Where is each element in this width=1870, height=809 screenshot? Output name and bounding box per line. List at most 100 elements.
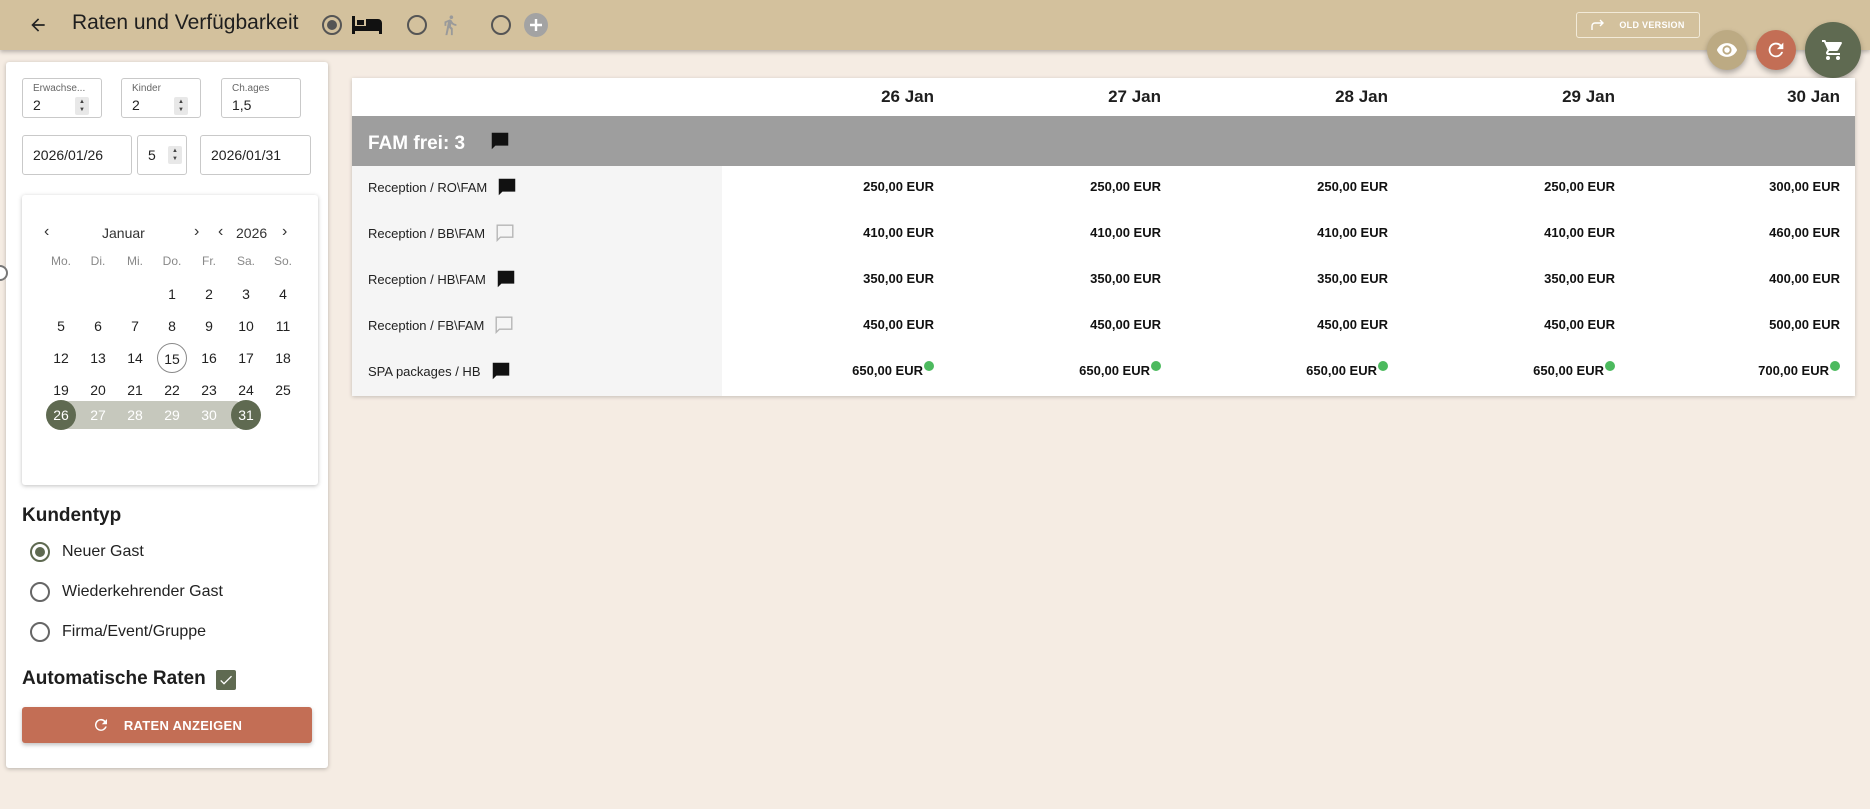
mode-rooms[interactable] [322, 12, 384, 38]
mode-activities-radio[interactable] [407, 15, 427, 35]
mode-extras[interactable] [491, 12, 549, 38]
adults-field[interactable]: Erwachse... 2 ▲ ▼ [22, 78, 102, 118]
calendar-day[interactable]: 9 [194, 311, 224, 341]
calendar-day[interactable]: 16 [194, 343, 224, 373]
calendar-day[interactable]: 29 [157, 400, 187, 430]
rate-price-cell[interactable]: 460,00 EUR [1680, 225, 1840, 240]
comment-filled-icon[interactable] [494, 268, 518, 290]
refresh-button[interactable] [1756, 30, 1796, 70]
auto-rates-checkbox[interactable] [216, 670, 236, 690]
rate-price-cell[interactable]: 650,00 EUR [1001, 361, 1161, 378]
rate-price-cell[interactable]: 650,00 EUR [1455, 361, 1615, 378]
calendar-day[interactable]: 18 [268, 343, 298, 373]
customer-type-option[interactable]: Neuer Gast [30, 542, 144, 562]
rate-price: 350,00 EUR [863, 271, 934, 286]
next-year-button[interactable]: › [282, 223, 287, 241]
comment-filled-icon[interactable] [489, 360, 513, 382]
rate-price-cell[interactable]: 250,00 EUR [1455, 179, 1615, 194]
mode-extras-radio[interactable] [491, 15, 511, 35]
rate-price-cell[interactable]: 410,00 EUR [1455, 225, 1615, 240]
rate-price-cell[interactable]: 350,00 EUR [1228, 271, 1388, 286]
calendar-day[interactable]: 28 [120, 400, 150, 430]
rate-price-cell[interactable]: 350,00 EUR [1455, 271, 1615, 286]
child-ages-field[interactable]: Ch.ages 1,5 [221, 78, 301, 118]
rate-price: 650,00 EUR [1306, 363, 1377, 378]
adults-label: Erwachse... [33, 83, 86, 94]
rate-price-cell[interactable]: 500,00 EUR [1680, 317, 1840, 332]
date-column-header: 27 Jan [1108, 87, 1161, 106]
show-rates-button[interactable]: RATEN ANZEIGEN [22, 707, 312, 743]
customer-type-radio[interactable] [30, 622, 50, 642]
calendar-day[interactable]: 5 [46, 311, 76, 341]
calendar-day[interactable]: 27 [83, 400, 113, 430]
calendar-day[interactable]: 2 [194, 279, 224, 309]
rate-price-cell[interactable]: 650,00 EUR [1228, 361, 1388, 378]
rate-price-cell[interactable]: 700,00 EUR [1680, 361, 1840, 378]
calendar-day[interactable]: 15 [157, 343, 187, 373]
customer-type-radio[interactable] [30, 542, 50, 562]
children-field[interactable]: Kinder 2 ▲ ▼ [121, 78, 201, 118]
nights-stepper[interactable]: ▲ ▼ [168, 146, 182, 164]
mode-activities[interactable] [407, 12, 461, 38]
rate-price-cell[interactable]: 300,00 EUR [1680, 179, 1840, 194]
rate-price-cell[interactable]: 250,00 EUR [1228, 179, 1388, 194]
customer-type-option[interactable]: Wiederkehrender Gast [30, 582, 223, 602]
rate-price-cell[interactable]: 400,00 EUR [1680, 271, 1840, 286]
rate-price-cell[interactable]: 450,00 EUR [1455, 317, 1615, 332]
comment-empty-icon[interactable] [492, 314, 516, 336]
rate-price-cell[interactable]: 450,00 EUR [1001, 317, 1161, 332]
rate-price-cell[interactable]: 250,00 EUR [774, 179, 934, 194]
rate-price: 650,00 EUR [1533, 363, 1604, 378]
auto-rates-label: Automatische Raten [22, 668, 206, 689]
comment-filled-icon[interactable] [488, 130, 512, 152]
calendar-day[interactable]: 8 [157, 311, 187, 341]
next-month-button[interactable]: › [194, 223, 199, 241]
rate-price-cell[interactable]: 350,00 EUR [1001, 271, 1161, 286]
rate-price-cell[interactable]: 450,00 EUR [774, 317, 934, 332]
children-stepper[interactable]: ▲ ▼ [174, 97, 188, 115]
preview-button[interactable] [1707, 30, 1747, 70]
calendar-day[interactable]: 30 [194, 400, 224, 430]
availability-dot [1378, 361, 1388, 371]
old-version-button[interactable]: OLD VERSION [1576, 12, 1700, 38]
customer-type-option[interactable]: Firma/Event/Gruppe [30, 622, 206, 642]
comment-empty-icon[interactable] [493, 222, 517, 244]
calendar-day[interactable]: 31 [231, 400, 261, 430]
calendar-day[interactable]: 17 [231, 343, 261, 373]
adults-stepper[interactable]: ▲ ▼ [75, 97, 89, 115]
back-button[interactable] [24, 12, 52, 38]
rate-price-cell[interactable]: 410,00 EUR [1228, 225, 1388, 240]
calendar-day[interactable]: 11 [268, 311, 298, 341]
prev-year-button[interactable]: ‹ [218, 223, 223, 241]
calendar-day[interactable]: 14 [120, 343, 150, 373]
customer-type-radio[interactable] [30, 582, 50, 602]
date-picker: ‹ Januar › ‹ 2026 › Mo. Di. Mi. Do. Fr. Sa. So… [22, 195, 318, 485]
calendar-day[interactable]: 26 [46, 400, 76, 430]
mode-rooms-radio[interactable] [322, 15, 342, 35]
date-from-field[interactable]: 2026/01/26 [22, 135, 132, 175]
calendar-day[interactable]: 6 [83, 311, 113, 341]
rate-price-cell[interactable]: 450,00 EUR [1228, 317, 1388, 332]
prev-month-button[interactable]: ‹ [44, 223, 49, 241]
rate-price-cell[interactable]: 650,00 EUR [774, 361, 934, 378]
eye-icon [1716, 43, 1738, 57]
rate-price-cell[interactable]: 350,00 EUR [774, 271, 934, 286]
cart-button[interactable] [1805, 22, 1861, 78]
rate-price-cell[interactable]: 410,00 EUR [1001, 225, 1161, 240]
availability-dot [1830, 361, 1840, 371]
calendar-day[interactable]: 1 [157, 279, 187, 309]
rate-price-cell[interactable]: 250,00 EUR [1001, 179, 1161, 194]
nights-field[interactable]: 5 ▲ ▼ [137, 135, 187, 175]
calendar-day[interactable]: 12 [46, 343, 76, 373]
calendar-day[interactable]: 10 [231, 311, 261, 341]
calendar-day[interactable]: 25 [268, 375, 298, 405]
customer-type-title: Kundentyp [22, 505, 122, 526]
calendar-day[interactable]: 7 [120, 311, 150, 341]
rate-price-cell[interactable]: 410,00 EUR [774, 225, 934, 240]
calendar-day[interactable]: 13 [83, 343, 113, 373]
date-to-field[interactable]: 2026/01/31 [200, 135, 311, 175]
comment-filled-icon[interactable] [495, 176, 519, 198]
calendar-day[interactable]: 3 [231, 279, 261, 309]
child-ages-value: 1,5 [232, 97, 252, 113]
calendar-day[interactable]: 4 [268, 279, 298, 309]
